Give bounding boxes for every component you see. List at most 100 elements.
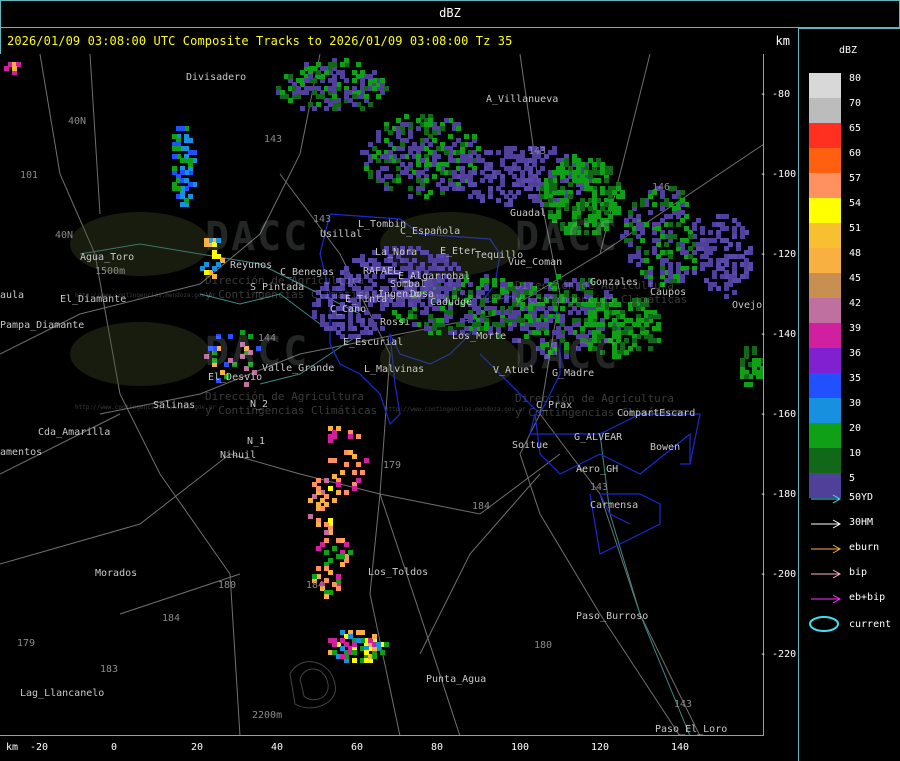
window-title: dBZ [439, 6, 461, 20]
echo-cell [352, 326, 357, 331]
place-label: Lag_Llancanelo [20, 688, 105, 699]
echo-cell [588, 310, 593, 315]
echo-cell [324, 578, 329, 583]
place-label: E_Escurial [343, 337, 404, 348]
echo-cell [344, 490, 349, 495]
echo-cell [444, 118, 449, 123]
echo-cell [440, 258, 445, 263]
elevation-label: 1500m [95, 266, 126, 277]
echo-cell [308, 514, 313, 519]
scale-value: 70 [849, 98, 862, 109]
echo-cell [476, 158, 481, 163]
echo-cell [476, 194, 481, 199]
echo-cell [660, 270, 665, 275]
place-label: Soitue [512, 440, 549, 451]
echo-cell [308, 498, 313, 503]
echo-cell [372, 258, 377, 263]
echo-cell [356, 638, 361, 643]
echo-cell [664, 214, 669, 219]
echo-cell [684, 226, 689, 231]
place-label: L_Tombin [358, 219, 407, 230]
echo-cell [524, 166, 529, 171]
scale-swatch [809, 98, 841, 123]
echo-cell [540, 322, 545, 327]
echo-cell [348, 634, 353, 639]
echo-cell [180, 126, 185, 131]
echo-cell [416, 162, 421, 167]
echo-cell [548, 198, 553, 203]
echo-cell [740, 362, 745, 367]
echo-cell [452, 170, 457, 175]
echo-cell [188, 138, 193, 143]
track-arrow-icon [811, 519, 842, 529]
radar-map[interactable]: DACC DACC DACC DACC Dirección de Agricul… [0, 54, 764, 736]
place-label: Pampa_Diamante [0, 320, 85, 331]
place-label: Morados [95, 568, 138, 579]
echo-cell [392, 310, 397, 315]
scale-swatch [809, 373, 841, 398]
place-label: N_2 [250, 399, 269, 410]
echo-cell [496, 150, 501, 155]
echo-cell [360, 78, 365, 83]
x-tick-label: 60 [351, 742, 364, 753]
echo-cell [560, 318, 565, 323]
echo-cell [732, 226, 737, 231]
echo-cell [436, 166, 441, 171]
echo-cell [556, 170, 561, 175]
echo-cell [604, 178, 609, 183]
place-label: Cda_Amarilla [38, 427, 111, 438]
echo-cell [332, 546, 337, 551]
echo-cell [692, 270, 697, 275]
echo-cell [532, 198, 537, 203]
echo-cell [352, 486, 357, 491]
track-label: 50YD [849, 492, 874, 503]
echo-cell [436, 318, 441, 323]
echo-cell [176, 186, 181, 191]
scale-swatch [809, 423, 841, 448]
echo-cell [592, 190, 597, 195]
echo-cell [388, 130, 393, 135]
place-label: Bowen [650, 442, 681, 453]
echo-cell [336, 574, 341, 579]
place-label: V_Atuel [493, 365, 536, 376]
echo-cell [668, 222, 673, 227]
echo-cell [360, 470, 365, 475]
echo-cell [312, 106, 317, 111]
echo-cell [376, 642, 381, 647]
road-number-label: 146 [652, 182, 671, 193]
echo-cell [648, 314, 653, 319]
echo-cell [684, 270, 689, 275]
place-label: Agua_Toro [80, 252, 135, 263]
y-tick-label: - -180 [760, 489, 797, 500]
echo-cell [560, 198, 565, 203]
echo-cell [628, 254, 633, 259]
echo-cell [708, 250, 713, 255]
echo-cell [472, 134, 477, 139]
echo-cell [548, 306, 553, 311]
echo-cell [300, 106, 305, 111]
road-number-label: 143 [590, 482, 609, 493]
echo-cell [648, 210, 653, 215]
echo-cell [624, 318, 629, 323]
scale-value: 65 [849, 123, 862, 134]
watermark-line2: y Contingencias Climáticas [205, 404, 378, 417]
echo-cell [644, 258, 649, 263]
echo-cell [520, 326, 525, 331]
echo-cell [560, 306, 565, 311]
echo-cell [336, 490, 341, 495]
echo-cell [368, 174, 373, 179]
echo-cell [624, 326, 629, 331]
echo-cell [440, 126, 445, 131]
x-tick-label: 20 [191, 742, 204, 753]
echo-cell [656, 226, 661, 231]
echo-cell [720, 214, 725, 219]
echo-cell [316, 478, 321, 483]
scale-swatch [809, 123, 841, 148]
echo-cell [328, 518, 333, 523]
echo-cell [408, 146, 413, 151]
scale-value: 57 [849, 173, 862, 184]
echo-cell [548, 178, 553, 183]
echo-cell [720, 266, 725, 271]
echo-cell [348, 434, 353, 439]
echo-cell [688, 234, 693, 239]
